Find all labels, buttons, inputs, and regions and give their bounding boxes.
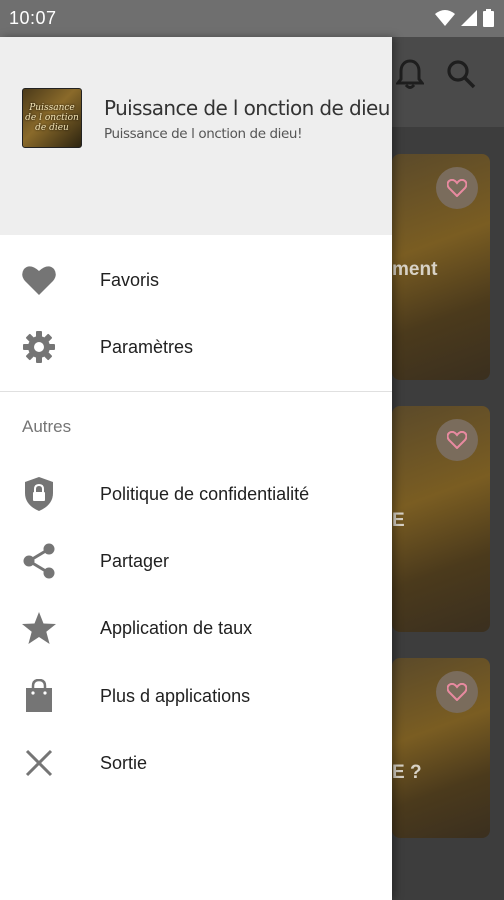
menu-item-label: Favoris	[100, 269, 160, 290]
background-card: ment	[392, 154, 490, 380]
wifi-icon	[435, 10, 455, 26]
bell-icon	[396, 59, 424, 89]
menu-item-parametres[interactable]: Paramètres	[0, 317, 392, 377]
menu-item-sortie[interactable]: Sortie	[0, 733, 392, 793]
drawer-header: Puissance de l onction de dieu Puissance…	[0, 37, 392, 235]
shield-lock-icon	[21, 476, 57, 512]
menu-item-label: Plus d applications	[100, 685, 251, 706]
heart-outline-icon	[436, 167, 478, 209]
section-title-autres: Autres	[22, 417, 72, 436]
share-icon	[21, 543, 57, 579]
menu-item-more-apps[interactable]: Plus d applications	[0, 666, 392, 726]
divider	[0, 391, 392, 392]
menu-item-label: Sortie	[100, 752, 148, 773]
card-title-fragment: E	[392, 510, 405, 531]
menu-item-privacy-policy[interactable]: Politique de confidentialité	[0, 464, 392, 524]
signal-icon	[461, 10, 477, 26]
shopping-bag-icon	[21, 678, 57, 714]
card-title-fragment: E ?	[392, 762, 422, 783]
search-icon	[446, 59, 476, 89]
card-title-fragment: ment	[392, 259, 438, 280]
status-bar: 10:07	[0, 0, 504, 37]
background-card: E	[392, 406, 490, 632]
navigation-drawer: Puissance de l onction de dieu Puissance…	[0, 37, 392, 900]
battery-icon	[483, 9, 494, 27]
menu-item-partager[interactable]: Partager	[0, 531, 392, 591]
heart-icon	[21, 262, 57, 298]
background-card: E ?	[392, 658, 490, 838]
close-icon	[21, 745, 57, 781]
menu-item-label: Politique de confidentialité	[100, 483, 310, 504]
menu-item-label: Partager	[100, 550, 170, 571]
heart-outline-icon	[436, 419, 478, 461]
menu-item-rate-app[interactable]: Application de taux	[0, 598, 392, 658]
heart-outline-icon	[436, 671, 478, 713]
menu-item-label: Application de taux	[100, 617, 253, 638]
app-subtitle: Puissance de l onction de dieu!	[104, 126, 303, 142]
gear-icon	[21, 329, 57, 365]
star-icon	[21, 610, 57, 646]
menu-item-favoris[interactable]: Favoris	[0, 250, 392, 310]
menu-item-label: Paramètres	[100, 336, 194, 357]
status-icons	[435, 9, 494, 27]
app-logo: Puissance de l onction de dieu	[22, 88, 82, 148]
app-title: Puissance de l onction de dieu	[104, 96, 390, 120]
status-time: 10:07	[9, 8, 57, 28]
